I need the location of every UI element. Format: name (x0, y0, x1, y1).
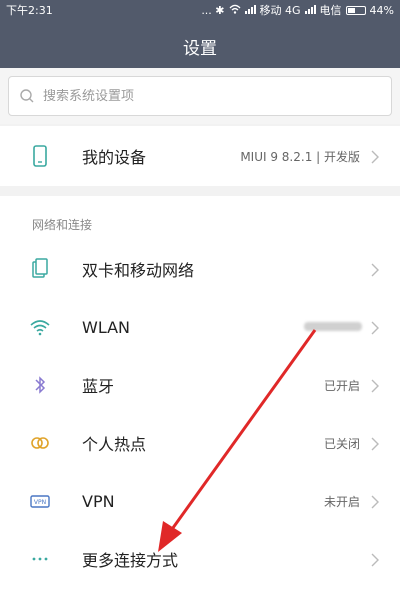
hotspot-label: 个人热点 (82, 435, 147, 454)
wlan-value-redacted (304, 322, 362, 331)
vpn-icon: VPN (28, 489, 52, 513)
notification-dots: ... ✱ (201, 3, 225, 17)
my-device-label: 我的设备 (82, 148, 147, 167)
sim-network-label: 双卡和移动网络 (82, 261, 195, 280)
battery-fill (347, 7, 355, 13)
hotspot-status: 已关闭 (323, 436, 360, 451)
section-title: 网络和连接 (32, 218, 93, 232)
status-time: 下午2:31 (6, 4, 53, 17)
status-bar: 下午2:31 ... ✱ 移动 4G 电信 44% (0, 0, 400, 18)
network-section: 网络和连接 双卡和移动网络 WLAN 蓝牙 已开启 个人热点 已关闭 VPN V… (0, 196, 400, 590)
more-icon (28, 547, 52, 571)
vpn-row[interactable]: VPN VPN 未开启 (0, 472, 400, 530)
vpn-label: VPN (82, 491, 115, 511)
app-header: 下午2:31 ... ✱ 移动 4G 电信 44% 设置 (0, 0, 400, 68)
phone-icon (28, 144, 52, 168)
chevron-right-icon (368, 320, 382, 335)
sim-network-row[interactable]: 双卡和移动网络 (0, 240, 400, 298)
wifi-status-icon (229, 4, 241, 17)
sim-card-icon (28, 257, 52, 281)
wlan-row[interactable]: WLAN (0, 298, 400, 356)
search-box[interactable] (8, 76, 392, 116)
chevron-right-icon (368, 378, 382, 393)
search-icon (9, 76, 43, 116)
hotspot-row[interactable]: 个人热点 已关闭 (0, 414, 400, 472)
my-device-value: MIUI 9 8.2.1 | 开发版 (240, 149, 360, 164)
bluetooth-row[interactable]: 蓝牙 已开启 (0, 356, 400, 414)
chevron-right-icon (368, 494, 382, 509)
battery-icon (345, 5, 366, 15)
wifi-icon (28, 315, 52, 339)
signal-icon (244, 4, 256, 17)
search-input[interactable] (43, 88, 373, 104)
chevron-right-icon (368, 149, 382, 164)
bluetooth-icon (28, 373, 52, 397)
section-header: 网络和连接 (0, 196, 400, 240)
battery-percent: 44% (369, 3, 394, 17)
my-device-row[interactable]: 我的设备 MIUI 9 8.2.1 | 开发版 (0, 126, 400, 186)
chevron-right-icon (368, 552, 382, 567)
carrier1-label: 移动 4G (259, 4, 301, 17)
more-connections-row[interactable]: 更多连接方式 (0, 530, 400, 588)
svg-text:VPN: VPN (34, 499, 46, 506)
vpn-status: 未开启 (323, 494, 360, 509)
more-connections-label: 更多连接方式 (82, 551, 179, 570)
page-title: 设置 (183, 39, 217, 59)
device-card: 我的设备 MIUI 9 8.2.1 | 开发版 (0, 126, 400, 186)
status-indicators: ... ✱ 移动 4G 电信 44% (201, 2, 394, 18)
search-area (0, 68, 400, 124)
signal-icon (304, 4, 316, 17)
bluetooth-label: 蓝牙 (82, 377, 115, 396)
chevron-right-icon (368, 436, 382, 451)
carrier2-label: 电信 (319, 4, 342, 17)
hotspot-icon (28, 431, 52, 455)
wlan-label: WLAN (82, 317, 131, 337)
chevron-right-icon (368, 262, 382, 277)
bluetooth-status: 已开启 (323, 378, 360, 393)
